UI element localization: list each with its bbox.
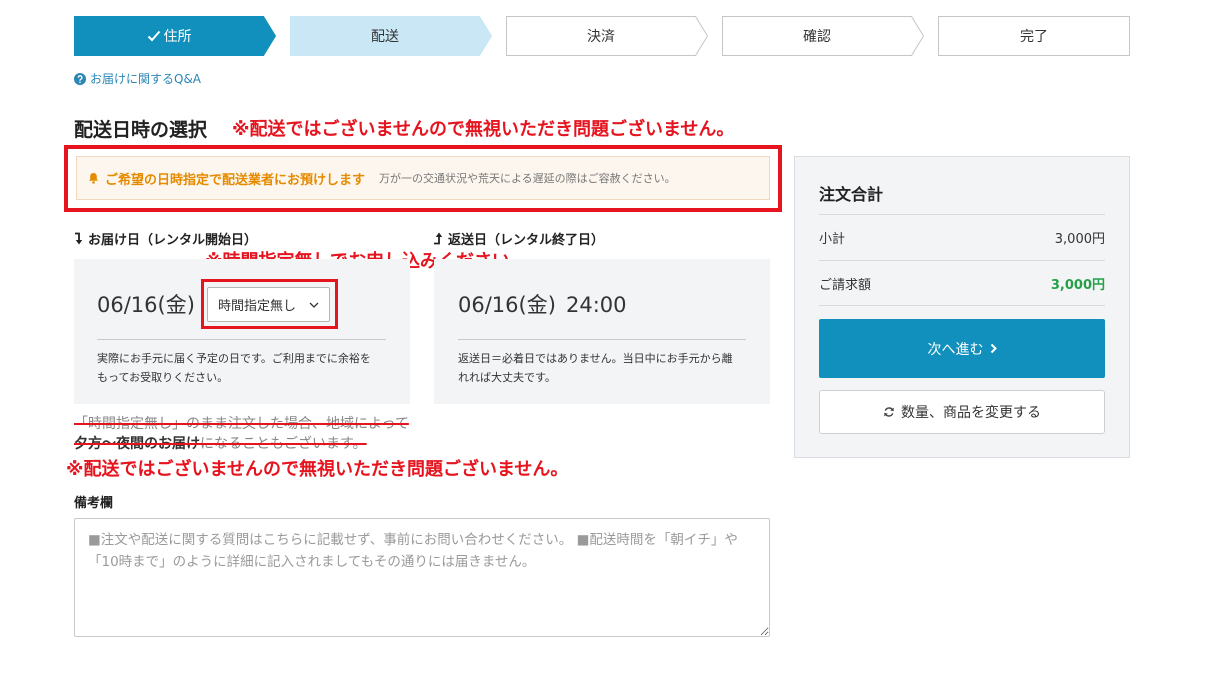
total-value: 3,000円 <box>1050 277 1105 293</box>
start-date-value: 06/16(金) <box>97 293 195 317</box>
step-label: 確認 <box>803 29 831 45</box>
remarks-label: 備考欄 <box>74 496 114 511</box>
step-address[interactable]: 住所 <box>74 16 277 56</box>
page-title: 配送日時の選択 <box>74 119 208 141</box>
notice-headline: ご希望の日時指定で配送業者にお預けします <box>105 172 366 188</box>
return-date-value: 06/16(金) <box>458 293 556 317</box>
subtotal-label: 小計 <box>819 232 846 247</box>
faq-link[interactable]: お届けに関するQ&A <box>74 70 201 87</box>
chevron-right-icon <box>990 343 997 354</box>
step-label: 配送 <box>371 29 399 45</box>
total-label: ご請求額 <box>819 277 872 293</box>
delivery-time-selected: 時間指定無し <box>218 299 297 314</box>
order-summary-title: 注文合計 <box>819 185 884 204</box>
step-label: 住所 <box>163 29 192 45</box>
faq-link-label: お届けに関するQ&A <box>90 72 202 86</box>
return-date-label: 返送日（レンタル終了日） <box>433 229 604 248</box>
change-items-button[interactable]: 数量、商品を変更する <box>819 390 1105 434</box>
struck-warning-part: になることもございます。 <box>200 436 367 452</box>
subtotal-value: 3,000円 <box>1054 232 1105 247</box>
return-time-value: 24:00 <box>566 293 627 317</box>
return-date-card: 06/16(金) 24:00 返送日＝必着日ではありません。当日中にお手元から離… <box>434 259 770 404</box>
struck-warning-part: 「時間指定無し」のまま注文した場合、地域によって <box>74 416 409 432</box>
arrow-up-turn-icon <box>433 232 444 245</box>
step-delivery[interactable]: 配送 <box>290 16 493 56</box>
change-items-label: 数量、商品を変更する <box>901 405 1041 421</box>
total-row: ご請求額 3,000円 <box>819 260 1105 306</box>
annotation-ignore-top: ※配送ではございませんので無視いただき問題ございません。 <box>232 119 735 140</box>
step-label: 完了 <box>1020 29 1048 45</box>
refresh-icon <box>883 406 895 418</box>
struck-warning-text: 「時間指定無し」のまま注文した場合、地域によって夕方～夜間のお届けになることもご… <box>74 414 419 454</box>
start-date-note: 実際にお手元に届く予定の日です。ご利用までに余裕をもってお受取りください。 <box>97 352 371 384</box>
struck-warning-emphasis: 夕方～夜間のお届け <box>74 436 200 452</box>
next-button-label: 次へ進む <box>927 341 984 358</box>
question-circle-icon <box>74 72 86 85</box>
start-date-card: 06/16(金) 時間指定無し 実際にお手元に届く予定の日です。ご利用までに余裕… <box>74 259 410 404</box>
subtotal-row: 小計 3,000円 <box>819 214 1105 260</box>
next-button[interactable]: 次へ進む <box>819 319 1105 378</box>
start-date-label-text: お届け日（レンタル開始日） <box>88 233 258 248</box>
order-summary: 注文合計 小計 3,000円 ご請求額 3,000円 次へ進む 数量、商品を変更… <box>794 156 1130 458</box>
divider <box>458 339 746 340</box>
delivery-time-select[interactable]: 時間指定無し <box>207 287 330 322</box>
arrow-down-turn-icon <box>74 232 84 245</box>
return-date-note: 返送日＝必着日ではありません。当日中にお手元から離れれば大丈夫です。 <box>458 352 733 384</box>
delivery-notice: ご希望の日時指定で配送業者にお預けします 万が一の交通状況や荒天による遅延の際は… <box>76 156 770 200</box>
divider <box>97 339 386 340</box>
annotation-ignore-bottom: ※配送ではございませんので無視いただき問題ございません。 <box>66 459 569 480</box>
remarks-textarea[interactable] <box>74 518 770 637</box>
start-date-label: お届け日（レンタル開始日） <box>74 229 257 248</box>
notice-note: 万が一の交通状況や荒天による遅延の際はご容赦ください。 <box>379 172 676 185</box>
check-icon <box>147 30 161 42</box>
chevron-down-icon <box>309 302 319 308</box>
step-confirm[interactable]: 確認 <box>722 16 925 56</box>
step-payment[interactable]: 決済 <box>506 16 709 56</box>
return-date-label-text: 返送日（レンタル終了日） <box>448 233 605 248</box>
step-complete[interactable]: 完了 <box>938 16 1130 56</box>
checkout-page: 住所 配送 決済 確認 完了 お届けに関するQ&A 配送日時の選択 ※配送ではご… <box>0 0 1220 696</box>
step-label: 決済 <box>587 29 615 45</box>
bell-icon <box>88 172 99 184</box>
